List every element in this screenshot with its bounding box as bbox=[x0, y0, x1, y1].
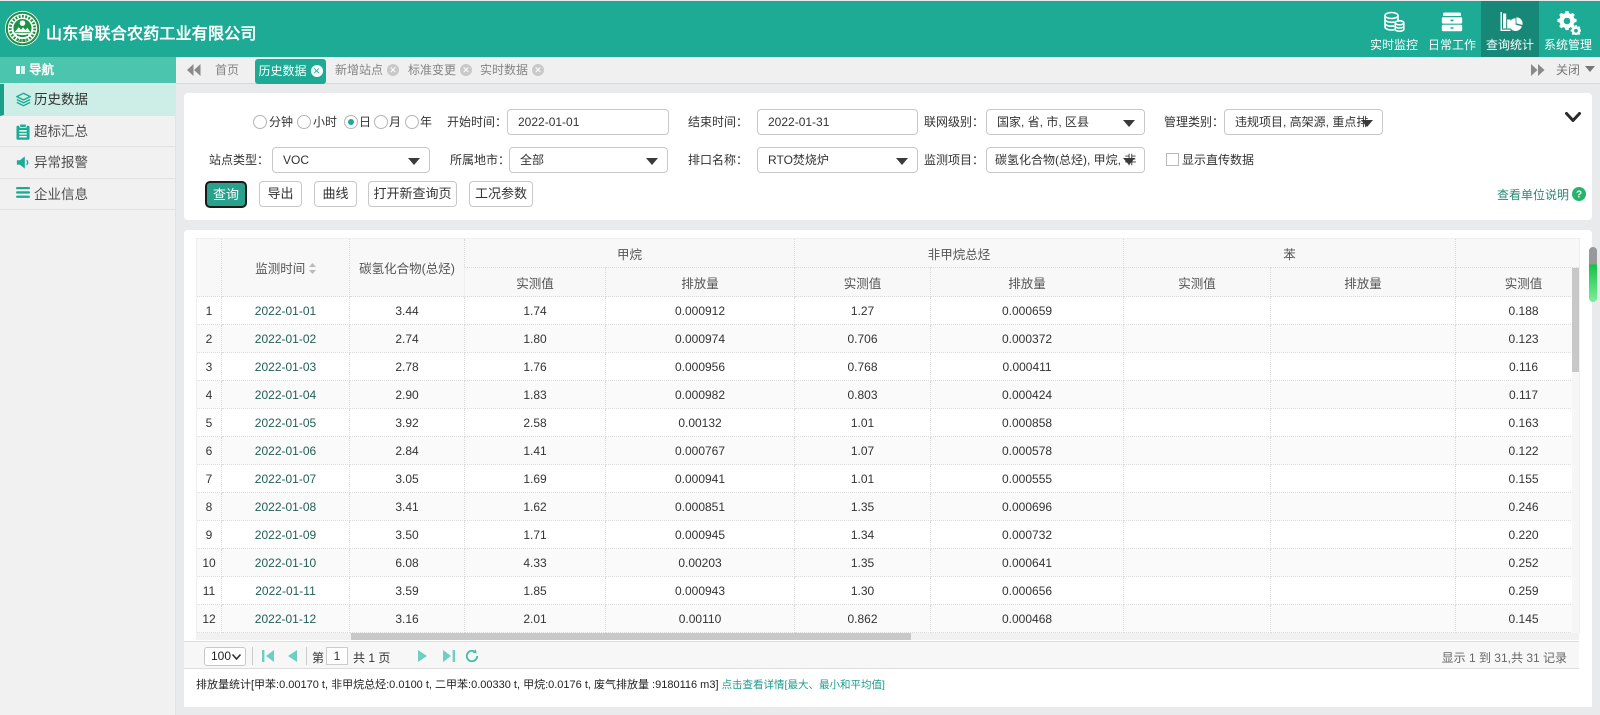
svg-text:?: ? bbox=[1576, 189, 1582, 200]
svg-text:MEE: MEE bbox=[18, 38, 27, 43]
